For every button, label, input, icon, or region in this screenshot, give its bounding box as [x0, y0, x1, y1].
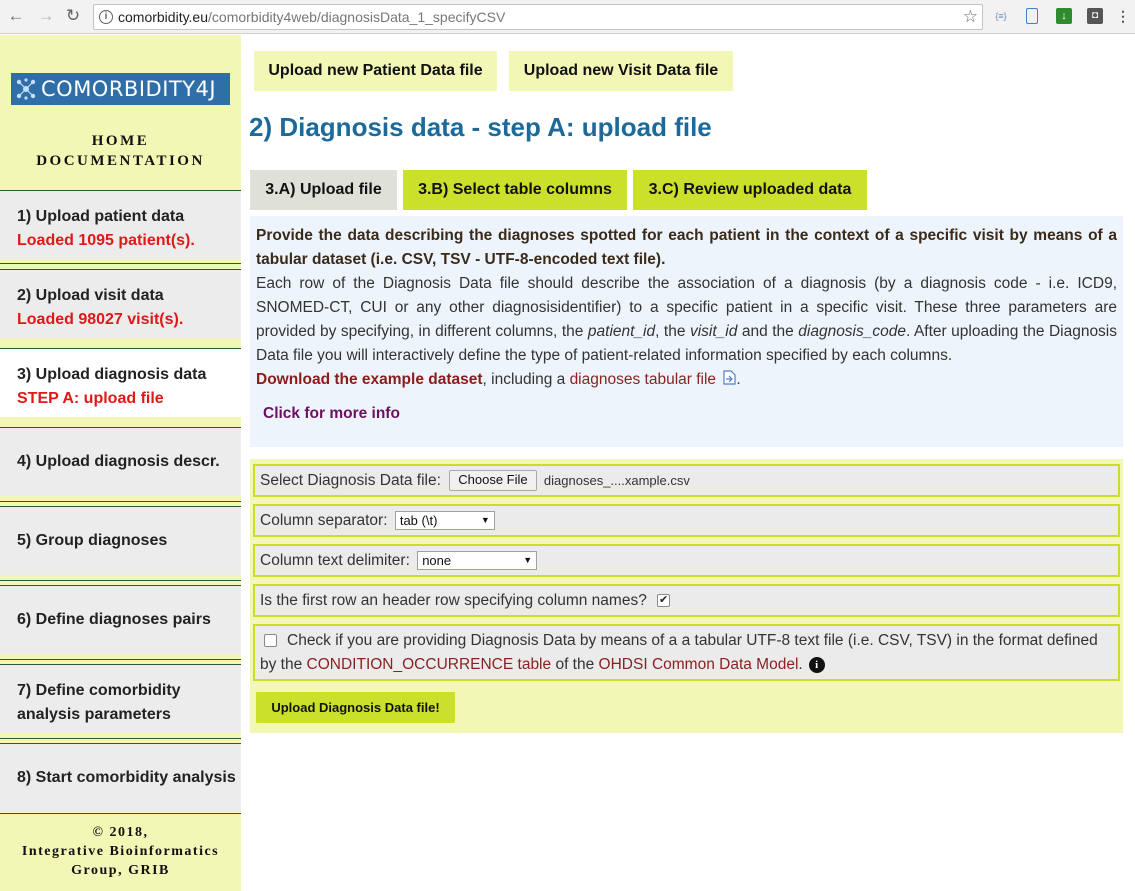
shield-extension-icon[interactable]: ◘	[1087, 8, 1103, 24]
divider	[0, 263, 241, 264]
sidebar-item-label: 4) Upload diagnosis descr.	[17, 453, 220, 470]
sidebar-item-group-diagnoses[interactable]: 5) Group diagnoses	[0, 506, 241, 575]
sidebar-item-label: 3) Upload diagnosis data	[17, 366, 207, 383]
page-title: 2) Diagnosis data - step A: upload file	[249, 112, 712, 142]
description-panel: Provide the data describing the diagnose…	[250, 216, 1123, 447]
omop-format-label: .	[798, 656, 803, 673]
info-icon[interactable]: i	[99, 10, 113, 24]
divider	[0, 659, 241, 660]
sidebar-item-diagnosis-descr[interactable]: 4) Upload diagnosis descr.	[0, 427, 241, 496]
header-row-label: Is the first row an header row specifyin…	[260, 592, 647, 609]
document-extension-icon[interactable]	[1026, 8, 1038, 24]
logo-text: COMORBIDITY4J	[41, 77, 217, 101]
more-info-link[interactable]: Click for more info	[263, 402, 1117, 426]
sidebar-item-label: 7) Define comorbidity	[17, 682, 181, 699]
omop-format-row: Check if you are providing Diagnosis Dat…	[253, 624, 1120, 681]
dropdown-arrow-icon: ▼	[480, 515, 490, 526]
footer-group-abbr: Group, GRIB	[71, 863, 170, 878]
sidebar-item-visit-data[interactable]: 2) Upload visit data Loaded 98027 visit(…	[0, 269, 241, 338]
file-select-label: Select Diagnosis Data file:	[260, 472, 441, 489]
json-extension-icon[interactable]: {≡}	[993, 8, 1009, 24]
sidebar-item-start-analysis[interactable]: 8) Start comorbidity analysis	[0, 743, 241, 812]
sidebar-item-label-line2: analysis parameters	[17, 706, 171, 723]
sidebar-item-patient-data[interactable]: 1) Upload patient data Loaded 1095 patie…	[0, 190, 241, 259]
header-row-option: Is the first row an header row specifyin…	[253, 584, 1120, 617]
tab-select-columns[interactable]: 3.B) Select table columns	[403, 170, 627, 210]
diagnosis-code-term: diagnosis_code	[798, 323, 906, 340]
header-row-checkbox[interactable]: ✔	[657, 594, 671, 608]
footer-group: Integrative Bioinformatics	[21, 844, 220, 859]
choose-file-button[interactable]: Choose File	[449, 470, 537, 492]
dropdown-arrow-icon: ▼	[523, 555, 533, 566]
sidebar-item-label: 6) Define diagnoses pairs	[17, 611, 211, 628]
sidebar-item-comorbidity-params[interactable]: 7) Define comorbidity analysis parameter…	[0, 664, 241, 733]
sidebar-item-status: Loaded 1095 patient(s).	[17, 232, 195, 249]
sidebar-item-status: Loaded 98027 visit(s).	[17, 311, 184, 328]
sidebar: COMORBIDITY4J HOME DOCUMENTATION 1) Uplo…	[0, 35, 241, 891]
delimiter-value: none	[422, 553, 452, 569]
sidebar-item-label: 1) Upload patient data	[17, 208, 185, 225]
diagnoses-tabular-file-link[interactable]: diagnoses tabular file	[570, 371, 717, 388]
description-text: , the	[655, 323, 690, 340]
upload-form: Select Diagnosis Data file: Choose File …	[250, 459, 1123, 733]
download-example-link[interactable]: Download the example dataset	[256, 371, 483, 388]
upload-diagnosis-button[interactable]: Upload Diagnosis Data file!	[256, 692, 455, 723]
forward-arrow-icon[interactable]: →	[36, 6, 56, 26]
delimiter-row: Column text delimiter: none ▼	[253, 544, 1120, 577]
footer-copyright: © 2018,	[92, 825, 149, 840]
download-extension-icon[interactable]: ↓	[1056, 8, 1072, 24]
separator-select[interactable]: tab (\t) ▼	[394, 511, 495, 531]
sidebar-item-label: 2) Upload visit data	[17, 287, 164, 304]
omop-format-checkbox[interactable]	[264, 634, 277, 648]
divider	[0, 738, 241, 739]
sidebar-item-diagnosis-data[interactable]: 3) Upload diagnosis data STEP A: upload …	[0, 348, 241, 417]
condition-occurrence-link[interactable]: CONDITION_OCCURRENCE table	[307, 656, 552, 673]
divider	[0, 501, 241, 502]
bookmark-star-icon[interactable]: ☆	[963, 5, 978, 29]
description-text: , including a	[482, 371, 570, 388]
document-link-icon[interactable]	[723, 370, 736, 385]
ohdsi-cdm-link[interactable]: OHDSI Common Data Model	[599, 656, 799, 673]
reload-icon[interactable]: ↻	[63, 6, 83, 26]
menu-dots-icon[interactable]: ⋮	[1115, 8, 1131, 24]
divider	[0, 580, 241, 581]
tab-review-data[interactable]: 3.C) Review uploaded data	[633, 170, 867, 210]
documentation-link[interactable]: DOCUMENTATION	[0, 153, 241, 170]
visit-id-term: visit_id	[689, 323, 738, 340]
tab-upload-file[interactable]: 3.A) Upload file	[250, 170, 397, 210]
sidebar-item-status: STEP A: upload file	[17, 390, 164, 407]
address-bar[interactable]: i comorbidity.eu/comorbidity4web/diagnos…	[93, 4, 983, 30]
upload-visit-file-button[interactable]: Upload new Visit Data file	[509, 51, 733, 91]
footer: © 2018, Integrative Bioinformatics Group…	[0, 813, 241, 891]
sidebar-item-label: 5) Group diagnoses	[17, 532, 168, 549]
file-select-row: Select Diagnosis Data file: Choose File …	[253, 464, 1120, 497]
separator-row: Column separator: tab (\t) ▼	[253, 504, 1120, 537]
sidebar-item-diagnoses-pairs[interactable]: 6) Define diagnoses pairs	[0, 585, 241, 654]
browser-toolbar: ← → ↻ i comorbidity.eu/comorbidity4web/d…	[0, 0, 1135, 34]
upload-patient-file-button[interactable]: Upload new Patient Data file	[254, 51, 497, 91]
info-icon[interactable]: i	[808, 656, 825, 673]
patient-id-term: patient_id	[587, 323, 656, 340]
sidebar-item-label: 8) Start comorbidity analysis	[17, 769, 236, 786]
description-text: .	[736, 371, 741, 388]
delimiter-label: Column text delimiter:	[260, 552, 410, 569]
logo[interactable]: COMORBIDITY4J	[11, 73, 230, 105]
url-host: comorbidity.eu	[118, 9, 209, 25]
selected-file-name: diagnoses_....xample.csv	[543, 473, 690, 489]
back-arrow-icon[interactable]: ←	[6, 6, 26, 26]
home-link[interactable]: HOME	[0, 133, 241, 150]
omop-format-label: of the	[551, 656, 599, 673]
separator-label: Column separator:	[260, 512, 388, 529]
delimiter-select[interactable]: none ▼	[417, 551, 538, 571]
description-intro: Provide the data describing the diagnose…	[256, 227, 1117, 268]
description-text: and the	[737, 323, 799, 340]
separator-value: tab (\t)	[399, 513, 438, 529]
molecule-logo-icon	[16, 78, 36, 100]
url-path: /comorbidity4web/diagnosisData_1_specify…	[208, 9, 506, 25]
